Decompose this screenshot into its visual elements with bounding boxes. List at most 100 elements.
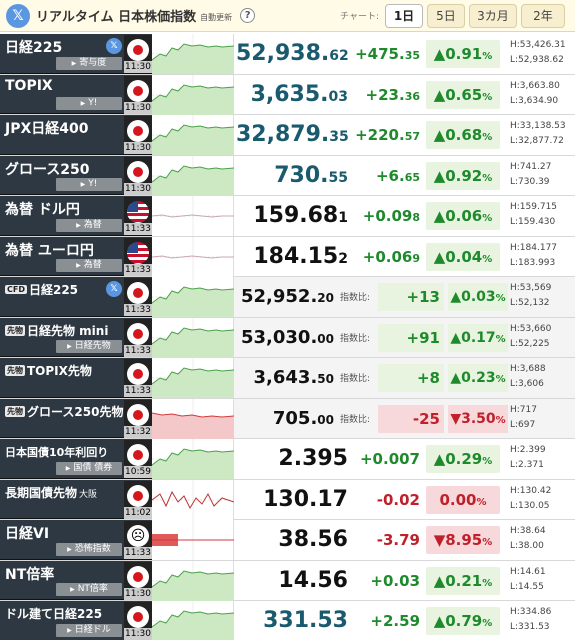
quote-label[interactable]: グロース250 Y! 11:30 [0,155,152,195]
mini-chart[interactable] [152,560,234,601]
x-logo-icon[interactable]: 𝕏 [6,3,30,28]
quote-row[interactable]: 日本国債10年利回り 国債 債券 10:59 2.395 +0.007 ▲0.2… [0,439,575,480]
quote-label[interactable]: 為替 ユーロ円 為替 11:33 [0,236,152,276]
futures-row[interactable]: CFD 日経225 𝕏 11:33 52,952.20 指数比: +13 ▲0.0… [0,277,575,318]
sub-link[interactable]: Y! [56,97,122,110]
instrument-icon: 11:33 [124,197,152,235]
tab-5d[interactable]: 5日 [427,3,465,28]
sub-link[interactable]: NT倍率 [56,583,122,596]
quote-label[interactable]: JPX日経400 11:30 [0,115,152,155]
japan-flag-icon [127,322,149,345]
price-change: +475.35 [355,45,420,63]
quote-row[interactable]: NT倍率 NT倍率 11:30 14.56 +0.03 ▲0.21% H:14.… [0,560,575,601]
mini-chart[interactable] [152,34,234,74]
instrument-name[interactable]: 先物 日経先物 mini [5,322,108,339]
current-price: 14.56 [278,567,348,593]
mini-chart[interactable] [152,398,234,439]
mini-chart[interactable] [152,601,234,640]
instrument-name[interactable]: JPX日経400 [5,118,89,138]
x-share-icon[interactable]: 𝕏 [106,281,122,297]
x-share-icon[interactable]: 𝕏 [106,38,122,54]
mini-chart[interactable] [152,196,234,236]
tab-2y[interactable]: 2年 [521,3,565,28]
mini-chart[interactable] [152,115,234,155]
instrument-name[interactable]: 先物 TOPIX先物 [5,362,92,379]
quote-row[interactable]: ドル建て日経225 日経ドル 11:30 331.53 +2.59 ▲0.79%… [0,601,575,640]
instrument-name[interactable]: TOPIX [5,78,53,94]
instrument-name[interactable]: 日本国債10年利回り [5,444,108,460]
quote-row[interactable]: TOPIX Y! 11:30 3,635.03 +23.36 ▲0.65% H:… [0,74,575,115]
instrument-name[interactable]: 為替 ユーロ円 [5,240,94,260]
quote-label[interactable]: 日経VI 恐怖指数 ☹11:33 [0,520,152,560]
quote-row[interactable]: 長期国債先物 大阪 11:02 130.17 -0.02 0.00% H:130.… [0,479,575,520]
mini-chart[interactable] [152,155,234,196]
quote-row[interactable]: 日経225 𝕏 寄与度 11:30 52,938.62 +475.35 ▲0.9… [0,34,575,75]
instrument-name[interactable]: 日経225 [5,37,62,57]
day-high: H:53,426.31 [510,40,566,50]
help-icon[interactable]: ? [240,8,256,23]
quote-label[interactable]: CFD 日経225 𝕏 11:33 [0,277,152,317]
quote-label[interactable]: 先物日経先物 mini 日経先物 11:33 [0,317,152,357]
sub-link[interactable]: 為替 [56,218,122,232]
quote-row[interactable]: グロース250 Y! 11:30 730.55 +6.65 ▲0.92% H:7… [0,155,575,196]
current-price: 32,879.35 [236,122,349,147]
sub-link[interactable]: 国債 債券 [56,461,122,475]
update-time: 11:33 [124,263,152,276]
instrument-name[interactable]: ドル建て日経225 [5,605,102,622]
current-price: 3,635.03 [250,81,348,107]
instrument-name[interactable]: グロース250 [5,159,90,179]
instrument-name[interactable]: CFD 日経225 [5,281,78,298]
mini-chart[interactable] [152,520,234,560]
sub-link[interactable]: Y! [56,178,122,191]
mini-chart[interactable] [152,479,234,520]
sub-link[interactable]: 日経先物 [56,340,122,353]
mini-chart[interactable] [152,358,234,398]
futures-row[interactable]: 先物 TOPIX先物 11:33 3,643.50 指数比: +8 ▲0.23% … [0,358,575,399]
instrument-name[interactable]: 日経VI [5,523,49,543]
quote-label[interactable]: ドル建て日経225 日経ドル 11:30 [0,601,152,640]
instrument-name[interactable]: NT倍率 [5,564,54,584]
day-high: H:717 [510,404,537,415]
quote-label[interactable]: 日本国債10年利回り 国債 債券 10:59 [0,439,152,479]
sub-link[interactable]: 恐怖指数 [56,542,122,556]
update-time: 11:30 [124,182,152,195]
quote-label[interactable]: TOPIX Y! 11:30 [0,74,152,114]
current-price: 730.55 [274,162,348,188]
quote-label[interactable]: 為替 ドル円 為替 11:33 [0,196,152,236]
percent-change: ▲0.79% [426,607,500,635]
mini-chart[interactable] [152,439,234,479]
instrument-name[interactable]: 為替 ドル円 [5,199,80,219]
tab-1d[interactable]: 1日 [385,3,423,28]
instrument-icon: 11:33 [124,278,152,316]
high-low: H:53,569 L:52,132 [510,281,572,311]
instrument-type-badge: 先物 [5,324,25,336]
price-change: +2.59 [370,612,420,630]
mini-chart[interactable] [152,74,234,115]
day-low: L:52,225 [510,338,550,349]
sub-link[interactable]: 為替 [56,259,122,272]
mini-chart[interactable] [152,317,234,358]
quote-row[interactable]: 為替 ドル円 為替 11:33 159.681 +0.098 ▲0.06% H:… [0,196,575,237]
mini-chart[interactable] [152,277,234,317]
quote-label[interactable]: 先物 グロース250先物 11:32 [0,398,152,438]
price-change: +220.57 [355,126,420,144]
quote-row[interactable]: 日経VI 恐怖指数 ☹11:33 38.56 -3.79 ▼8.95% H:38… [0,520,575,561]
mini-chart[interactable] [152,236,234,277]
quote-label[interactable]: 長期国債先物 大阪 11:02 [0,479,152,519]
current-price: 53,030.00 [240,326,334,348]
instrument-name[interactable]: 先物 グロース250先物 [5,403,123,420]
quote-label[interactable]: 先物 TOPIX先物 11:33 [0,358,152,398]
percent-change: ▲0.92% [426,161,500,190]
sub-link[interactable]: 寄与度 [56,56,122,70]
futures-row[interactable]: 先物 グロース250先物 11:32 705.00 指数比: -25 ▼3.50%… [0,398,575,439]
instrument-name[interactable]: 長期国債先物 大阪 [5,484,97,501]
update-time: 11:33 [124,547,152,559]
high-low: H:3,663.80 L:3,634.90 [510,79,572,109]
tab-3m[interactable]: 3カ月 [469,3,517,28]
quote-row[interactable]: 為替 ユーロ円 為替 11:33 184.152 +0.069 ▲0.04% H… [0,236,575,277]
quote-label[interactable]: 日経225 𝕏 寄与度 11:30 [0,34,152,74]
quote-row[interactable]: JPX日経400 11:30 32,879.35 +220.57 ▲0.68% … [0,115,575,156]
futures-row[interactable]: 先物日経先物 mini 日経先物 11:33 53,030.00 指数比: +9… [0,317,575,358]
sub-link[interactable]: 日経ドル [56,623,122,637]
quote-label[interactable]: NT倍率 NT倍率 11:30 [0,560,152,600]
